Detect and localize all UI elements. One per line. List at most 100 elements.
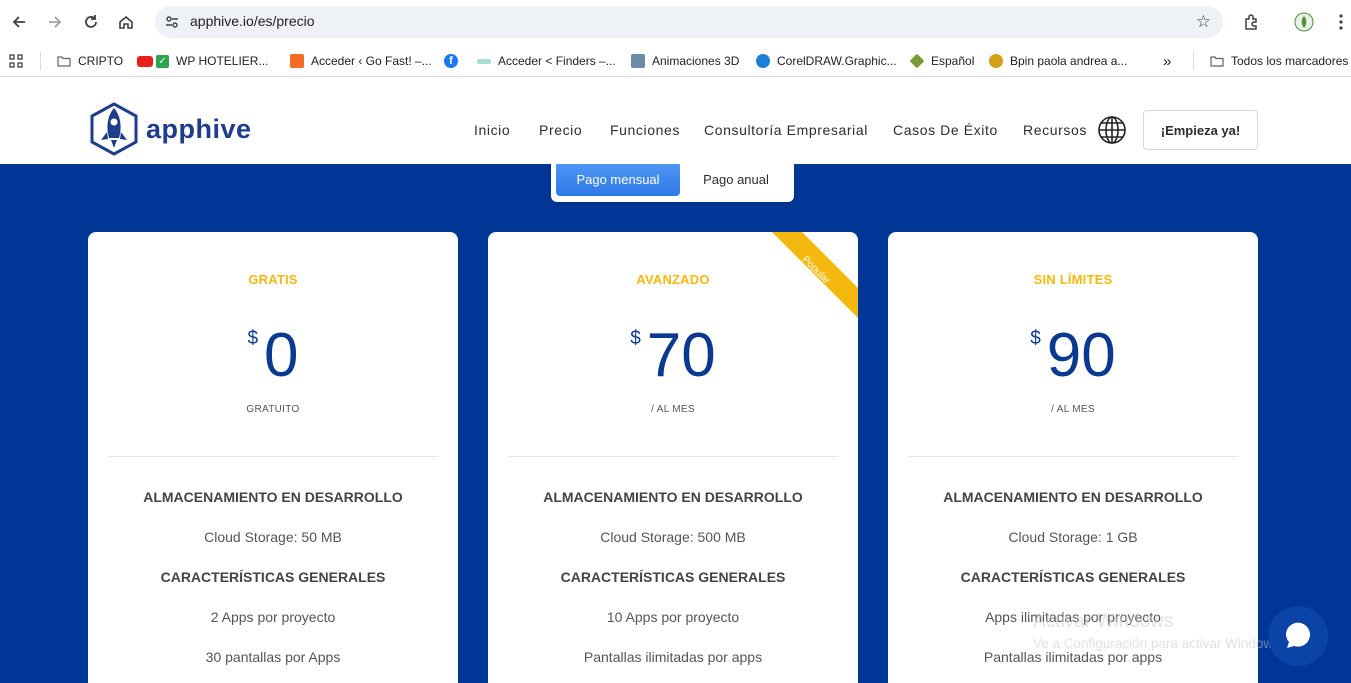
plan-name: AVANZADO: [636, 272, 710, 287]
reload-icon[interactable]: [79, 10, 103, 34]
bookmark-cripto[interactable]: CRIPTO: [57, 52, 123, 70]
feature-heading: CARACTERÍSTICAS GENERALES: [560, 569, 786, 585]
brand-logo[interactable]: apphive: [88, 102, 252, 156]
star-icon: [830, 240, 846, 255]
feature-heading: ALMACENAMIENTO EN DESARROLLO: [143, 489, 403, 505]
animaciones-icon: [631, 54, 645, 68]
bookmark-bpin[interactable]: Bpin paola andrea a...: [989, 52, 1127, 70]
all-bookmarks-label: Todos los marcadores: [1231, 54, 1349, 68]
currency-symbol: $: [630, 328, 641, 349]
feature-heading: ALMACENAMIENTO EN DESARROLLO: [543, 489, 803, 505]
url-text[interactable]: apphive.io/es/precio: [190, 13, 315, 29]
gofast-icon: [290, 54, 304, 68]
site-settings-icon[interactable]: [164, 14, 180, 30]
chat-bubble-icon: [1285, 622, 1310, 648]
billing-toggle: Pago mensual Pago anual: [551, 164, 794, 202]
home-icon[interactable]: [114, 10, 138, 34]
nav-recursos[interactable]: Recursos: [1023, 122, 1087, 138]
coreldraw-icon: [756, 54, 770, 68]
feature-item: Cloud Storage: 500 MB: [600, 529, 746, 545]
price-amount: 70: [646, 321, 716, 390]
bookmark-label: WP HOTELIER...: [176, 54, 269, 68]
bookmark-label: Acceder ‹ Go Fast! –...: [311, 54, 432, 68]
feature-item: Cloud Storage: 1 GB: [1008, 529, 1138, 545]
espanol-icon: [909, 53, 925, 69]
nav-casos-de-exito[interactable]: Casos De Éxito: [893, 122, 998, 138]
feature-heading: CARACTERÍSTICAS GENERALES: [160, 569, 386, 585]
nav-inicio[interactable]: Inicio: [474, 122, 510, 138]
annual-billing-tab[interactable]: Pago anual: [681, 164, 791, 196]
youtube-icon: [137, 55, 153, 67]
bookmark-wp-hotelier[interactable]: ✓ WP HOTELIER...: [137, 52, 268, 70]
card-divider: [908, 456, 1238, 457]
plan-period: / AL MES: [651, 404, 695, 415]
bookmark-facebook[interactable]: f: [444, 52, 465, 70]
bookmark-coreldraw[interactable]: CorelDRAW.Graphic...: [756, 52, 897, 70]
monthly-billing-tab[interactable]: Pago mensual: [556, 164, 680, 196]
chrome-menu-icon[interactable]: [1329, 10, 1351, 34]
start-now-button[interactable]: ¡Empieza ya!: [1143, 110, 1258, 150]
finders-icon: [477, 58, 491, 64]
feature-item: 10 Apps por proyecto: [606, 609, 740, 625]
bookmark-label: Bpin paola andrea a...: [1010, 54, 1128, 68]
windows-activation-title: Activar Windows: [1033, 611, 1174, 632]
apps-grid-icon[interactable]: [9, 52, 23, 70]
rocket-logo-icon: [90, 102, 138, 156]
all-bookmarks-button[interactable]: Todos los marcadores: [1210, 52, 1348, 70]
browser-toolbar: apphive.io/es/precio ☆: [0, 0, 1351, 44]
bookmark-label: CRIPTO: [78, 54, 124, 68]
profile-avatar-icon[interactable]: [1292, 10, 1316, 34]
bookmark-go-fast[interactable]: Acceder ‹ Go Fast! –...: [290, 52, 432, 70]
pricing-section: Pago mensual Pago anual GRATIS $0 GRATUI…: [0, 164, 1351, 683]
feature-item: Cloud Storage: 50 MB: [204, 529, 342, 545]
feature-heading: CARACTERÍSTICAS GENERALES: [960, 569, 1186, 585]
bpin-icon: [989, 54, 1003, 68]
check-icon: ✓: [156, 54, 169, 68]
bookmark-divider: [40, 52, 41, 70]
price-amount: 90: [1046, 321, 1116, 390]
bookmark-label: Acceder < Finders –...: [498, 54, 616, 68]
feature-item: 2 Apps por proyecto: [210, 609, 336, 625]
feature-heading: ALMACENAMIENTO EN DESARROLLO: [943, 489, 1203, 505]
price-amount: 0: [264, 321, 299, 390]
plan-price: $90: [888, 320, 1258, 392]
brand-name: apphive: [146, 113, 252, 144]
currency-symbol: $: [1030, 328, 1041, 349]
feature-item: Pantallas ilimitadas por apps: [583, 649, 763, 665]
plan-period: / AL MES: [1051, 404, 1095, 415]
nav-consultoria[interactable]: Consultoría Empresarial: [704, 122, 868, 138]
plan-name: GRATIS: [248, 272, 298, 287]
back-icon[interactable]: [7, 10, 31, 34]
bookmark-espanol[interactable]: Español: [909, 52, 975, 70]
bookmark-divider: [1193, 52, 1194, 70]
plan-name: SIN LÍMITES: [1033, 272, 1113, 287]
facebook-icon: f: [444, 54, 458, 68]
chat-launcher-button[interactable]: [1268, 606, 1328, 666]
extensions-icon[interactable]: [1240, 10, 1264, 34]
bookmark-animaciones[interactable]: Animaciones 3D: [631, 52, 739, 70]
nav-funciones[interactable]: Funciones: [610, 122, 680, 138]
windows-activation-subtitle: Ve a Configuración para activar Windows.: [1033, 636, 1284, 651]
bookmark-label: Español: [931, 54, 975, 68]
plan-card-avanzado: Popular AVANZADO $70 / AL MES ALMACENAMI…: [488, 232, 858, 683]
card-divider: [108, 456, 438, 457]
folder-icon: [1210, 56, 1224, 67]
bookmarks-bar: CRIPTO ✓ WP HOTELIER... Acceder ‹ Go Fas…: [0, 44, 1351, 77]
plan-price: $0: [88, 320, 458, 392]
bookmark-star-icon[interactable]: ☆: [1196, 12, 1211, 32]
folder-icon: [57, 56, 71, 67]
plan-period: GRATUITO: [246, 404, 300, 415]
bookmarks-overflow-button[interactable]: »: [1163, 52, 1171, 70]
language-globe-icon[interactable]: [1097, 115, 1127, 145]
feature-item: 30 pantallas por Apps: [205, 649, 341, 665]
card-divider: [508, 456, 838, 457]
address-bar[interactable]: apphive.io/es/precio ☆: [155, 6, 1223, 38]
feature-item: Pantallas ilimitadas por apps: [983, 649, 1163, 665]
bookmark-label: CorelDRAW.Graphic...: [777, 54, 897, 68]
plan-card-gratis: GRATIS $0 GRATUITO ALMACENAMIENTO EN DES…: [88, 232, 458, 683]
forward-icon[interactable]: [43, 10, 67, 34]
bookmark-finders[interactable]: Acceder < Finders –...: [477, 52, 616, 70]
currency-symbol: $: [247, 328, 259, 349]
nav-precio[interactable]: Precio: [539, 122, 582, 138]
plan-price: $70: [488, 320, 858, 392]
